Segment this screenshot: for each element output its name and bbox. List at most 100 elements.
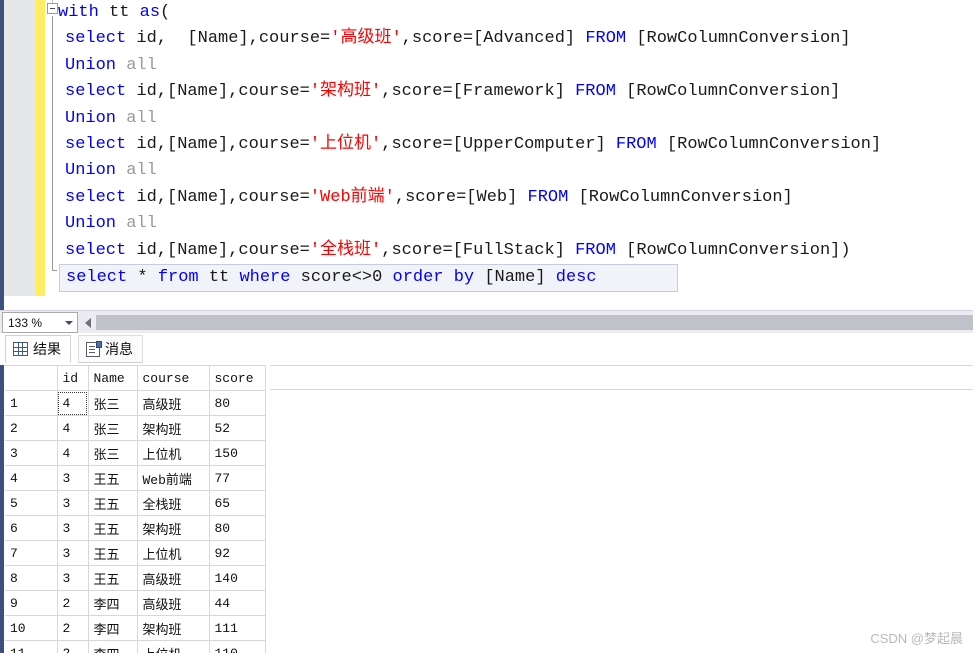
grid-cell-id[interactable]: 3 — [57, 466, 88, 491]
grid-cell-id[interactable]: 2 — [57, 641, 88, 653]
results-grid-pane[interactable]: id Name course score 14张三高级班8024张三架构班523… — [0, 365, 973, 653]
grid-cell-course[interactable]: 架构班 — [137, 416, 209, 441]
editor-horizontal-scrollbar[interactable] — [80, 313, 973, 332]
table-row[interactable]: 24张三架构班52 — [5, 416, 265, 441]
grid-row-header[interactable]: 4 — [5, 466, 57, 491]
table-row[interactable]: 14张三高级班80 — [5, 391, 265, 416]
grid-cell-course[interactable]: 架构班 — [137, 616, 209, 641]
code-line[interactable]: Union all — [58, 106, 973, 132]
grid-cell-score[interactable]: 52 — [209, 416, 265, 441]
code-line[interactable]: Union all — [58, 53, 973, 79]
code-line[interactable]: Union all — [58, 211, 973, 237]
grid-cell-score[interactable]: 80 — [209, 516, 265, 541]
sql-editor-pane[interactable]: with tt as(select id, [Name],course='高级班… — [0, 0, 973, 310]
minus-square-icon[interactable] — [47, 3, 58, 14]
table-row[interactable]: 43王五Web前端77 — [5, 466, 265, 491]
chevron-down-icon[interactable] — [61, 313, 77, 332]
grid-cell-name[interactable]: 张三 — [88, 416, 137, 441]
zoom-level-dropdown[interactable]: 133 % — [2, 312, 78, 333]
grid-cell-course[interactable]: 上位机 — [137, 541, 209, 566]
grid-cell-course[interactable]: 上位机 — [137, 441, 209, 466]
code-line[interactable]: select id,[Name],course='架构班',score=[Fra… — [58, 79, 973, 105]
grid-cell-course[interactable]: 高级班 — [137, 591, 209, 616]
grid-cell-name[interactable]: 王五 — [88, 516, 137, 541]
grid-row-header[interactable]: 5 — [5, 491, 57, 516]
grid-cell-id[interactable]: 3 — [57, 491, 88, 516]
triangle-left-icon[interactable] — [80, 313, 96, 332]
grid-header-course[interactable]: course — [137, 366, 209, 391]
grid-cell-score[interactable]: 110 — [209, 641, 265, 653]
grid-header-score[interactable]: score — [209, 366, 265, 391]
grid-cell-id[interactable]: 2 — [57, 616, 88, 641]
table-row[interactable]: 102李四架构班111 — [5, 616, 265, 641]
table-row[interactable]: 63王五架构班80 — [5, 516, 265, 541]
table-row[interactable]: 92李四高级班44 — [5, 591, 265, 616]
scrollbar-thumb[interactable] — [96, 315, 973, 330]
grid-cell-score[interactable]: 77 — [209, 466, 265, 491]
grid-cell-course[interactable]: Web前端 — [137, 466, 209, 491]
grid-cell-id[interactable]: 3 — [57, 541, 88, 566]
grid-row-header[interactable]: 3 — [5, 441, 57, 466]
tab-messages[interactable]: 消息 — [78, 335, 143, 363]
grid-cell-id[interactable]: 3 — [57, 516, 88, 541]
grid-cell-score[interactable]: 111 — [209, 616, 265, 641]
table-row[interactable]: 112李四上位机110 — [5, 641, 265, 653]
code-line[interactable]: select id, [Name],course='高级班',score=[Ad… — [58, 26, 973, 52]
table-row[interactable]: 34张三上位机150 — [5, 441, 265, 466]
code-line[interactable]: select id,[Name],course='上位机',score=[Upp… — [58, 132, 973, 158]
grid-cell-id[interactable]: 3 — [57, 566, 88, 591]
grid-row-header[interactable]: 6 — [5, 516, 57, 541]
grid-cell-name[interactable]: 李四 — [88, 591, 137, 616]
code-token: all — [126, 161, 157, 180]
code-token: [RowColumnConversion]) — [616, 241, 851, 260]
grid-row-header[interactable]: 8 — [5, 566, 57, 591]
grid-row-header[interactable]: 7 — [5, 541, 57, 566]
scrollbar-track[interactable] — [96, 313, 973, 332]
sql-code-text[interactable]: with tt as(select id, [Name],course='高级班… — [58, 0, 973, 296]
grid-cell-name[interactable]: 王五 — [88, 541, 137, 566]
grid-cell-id[interactable]: 4 — [57, 441, 88, 466]
table-row[interactable]: 83王五高级班140 — [5, 566, 265, 591]
grid-cell-course[interactable]: 高级班 — [137, 391, 209, 416]
grid-row-header[interactable]: 2 — [5, 416, 57, 441]
tab-results[interactable]: 结果 — [5, 335, 71, 363]
grid-row-header[interactable]: 1 — [5, 391, 57, 416]
grid-cell-name[interactable]: 张三 — [88, 391, 137, 416]
grid-cell-score[interactable]: 65 — [209, 491, 265, 516]
grid-header-id[interactable]: id — [57, 366, 88, 391]
grid-cell-score[interactable]: 140 — [209, 566, 265, 591]
table-row[interactable]: 73王五上位机92 — [5, 541, 265, 566]
grid-cell-score[interactable]: 150 — [209, 441, 265, 466]
grid-row-header[interactable]: 9 — [5, 591, 57, 616]
code-line[interactable]: with tt as( — [58, 0, 973, 26]
grid-cell-name[interactable]: 王五 — [88, 466, 137, 491]
grid-cell-name[interactable]: 王五 — [88, 491, 137, 516]
grid-cell-name[interactable]: 李四 — [88, 641, 137, 653]
code-line[interactable]: select * from tt where score<>0 order by… — [59, 264, 678, 292]
grid-cell-name[interactable]: 李四 — [88, 616, 137, 641]
grid-cell-course[interactable]: 上位机 — [137, 641, 209, 653]
editor-gutter[interactable] — [4, 0, 37, 296]
grid-cell-id[interactable]: 4 — [57, 391, 88, 416]
results-grid[interactable]: id Name course score 14张三高级班8024张三架构班523… — [5, 365, 266, 653]
code-token: ,score=[UpperComputer] — [381, 135, 616, 154]
code-line[interactable]: Union all — [58, 158, 973, 184]
table-row[interactable]: 53王五全栈班65 — [5, 491, 265, 516]
grid-cell-course[interactable]: 高级班 — [137, 566, 209, 591]
code-token: '高级班' — [330, 29, 401, 48]
grid-cell-course[interactable]: 架构班 — [137, 516, 209, 541]
grid-cell-name[interactable]: 王五 — [88, 566, 137, 591]
grid-cell-id[interactable]: 4 — [57, 416, 88, 441]
grid-cell-score[interactable]: 80 — [209, 391, 265, 416]
code-line[interactable]: select id,[Name],course='全栈班',score=[Ful… — [58, 238, 973, 264]
grid-header-name[interactable]: Name — [88, 366, 137, 391]
grid-corner-header[interactable] — [5, 366, 57, 391]
code-line[interactable]: select id,[Name],course='Web前端',score=[W… — [58, 185, 973, 211]
grid-cell-name[interactable]: 张三 — [88, 441, 137, 466]
grid-cell-course[interactable]: 全栈班 — [137, 491, 209, 516]
grid-row-header[interactable]: 11 — [5, 641, 57, 653]
grid-row-header[interactable]: 10 — [5, 616, 57, 641]
grid-cell-id[interactable]: 2 — [57, 591, 88, 616]
grid-cell-score[interactable]: 92 — [209, 541, 265, 566]
grid-cell-score[interactable]: 44 — [209, 591, 265, 616]
